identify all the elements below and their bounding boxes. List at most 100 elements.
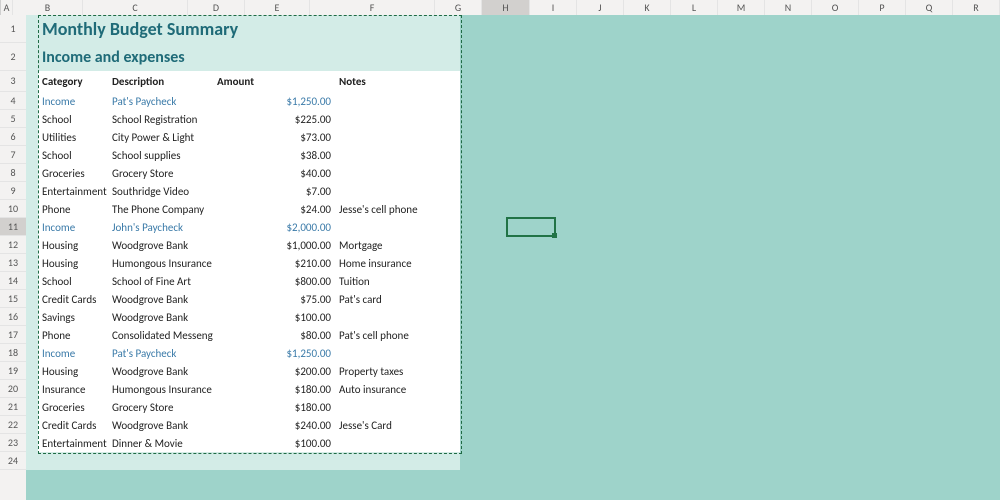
cell-description[interactable]: John's Paycheck [108, 218, 213, 236]
cell-amount[interactable]: $1,250.00 [213, 92, 335, 110]
cell-notes[interactable]: Home insurance [335, 254, 460, 272]
row-header-2[interactable]: 2 [0, 43, 26, 71]
cell-A2[interactable] [26, 43, 38, 71]
column-header-L[interactable]: L [671, 0, 718, 15]
cell-A1[interactable] [26, 15, 38, 43]
row-header-19[interactable]: 19 [0, 362, 26, 380]
cell-A4[interactable] [26, 92, 38, 110]
cell-notes[interactable]: Property taxes [335, 362, 460, 380]
cell-notes[interactable]: Tuition [335, 272, 460, 290]
row-header-12[interactable]: 12 [0, 236, 26, 254]
page-title[interactable]: Monthly Budget Summary [38, 15, 460, 43]
column-header-H[interactable]: H [482, 0, 530, 15]
cell-amount[interactable]: $225.00 [213, 110, 335, 128]
cell-A15[interactable] [26, 290, 38, 308]
cell-amount[interactable]: $7.00 [213, 182, 335, 200]
cell-amount[interactable]: $210.00 [213, 254, 335, 272]
cell-category[interactable]: Income [38, 92, 108, 110]
header-notes[interactable]: Notes [335, 71, 460, 92]
column-header-P[interactable]: P [859, 0, 906, 15]
row-header-15[interactable]: 15 [0, 290, 26, 308]
cell-category[interactable]: Credit Cards [38, 290, 108, 308]
cell-description[interactable]: Pat's Paycheck [108, 344, 213, 362]
cell-category[interactable]: Housing [38, 362, 108, 380]
cell-notes[interactable] [335, 128, 460, 146]
cell-amount[interactable]: $75.00 [213, 290, 335, 308]
cell-A14[interactable] [26, 272, 38, 290]
cell-category[interactable]: School [38, 272, 108, 290]
cell-notes[interactable] [335, 344, 460, 362]
row-header-22[interactable]: 22 [0, 416, 26, 434]
cell-description[interactable]: Woodgrove Bank [108, 290, 213, 308]
cell-amount[interactable]: $180.00 [213, 380, 335, 398]
column-header-D[interactable]: D [188, 0, 245, 15]
row-header-13[interactable]: 13 [0, 254, 26, 272]
column-header-B[interactable]: B [13, 0, 83, 15]
row-header-21[interactable]: 21 [0, 398, 26, 416]
cell-description[interactable]: Dinner & Movie [108, 434, 213, 452]
column-header-R[interactable]: R [953, 0, 1000, 15]
column-header-Q[interactable]: Q [906, 0, 953, 15]
cell-description[interactable]: Grocery Store [108, 164, 213, 182]
cell-description[interactable]: Pat's Paycheck [108, 92, 213, 110]
cell-notes[interactable] [335, 146, 460, 164]
row-header-11[interactable]: 11 [0, 218, 26, 236]
cell-A24[interactable] [26, 452, 38, 470]
cell-category[interactable]: School [38, 146, 108, 164]
cell-category[interactable]: Insurance [38, 380, 108, 398]
header-amount[interactable]: Amount [213, 71, 270, 92]
row-header-10[interactable]: 10 [0, 200, 26, 218]
cell-A3[interactable] [26, 71, 38, 92]
column-header-M[interactable]: M [718, 0, 765, 15]
cell-category[interactable]: Credit Cards [38, 416, 108, 434]
cell-category[interactable]: Housing [38, 254, 108, 272]
row-header-24[interactable]: 24 [0, 452, 26, 470]
cell-A17[interactable] [26, 326, 38, 344]
cell-notes[interactable] [335, 434, 460, 452]
cell-amount[interactable]: $73.00 [213, 128, 335, 146]
cell-description[interactable]: Southridge Video [108, 182, 213, 200]
column-header-N[interactable]: N [765, 0, 812, 15]
cell-description[interactable]: Consolidated Messenger [108, 326, 213, 344]
page-subtitle[interactable]: Income and expenses [38, 43, 460, 71]
row-header-14[interactable]: 14 [0, 272, 26, 290]
row-header-3[interactable]: 3 [0, 71, 26, 92]
cell-amount[interactable]: $100.00 [213, 308, 335, 326]
cell-amount[interactable]: $38.00 [213, 146, 335, 164]
row-header-23[interactable]: 23 [0, 434, 26, 452]
cell-category[interactable]: Phone [38, 200, 108, 218]
cell-amount[interactable]: $240.00 [213, 416, 335, 434]
cell-category[interactable]: School [38, 110, 108, 128]
row-header-5[interactable]: 5 [0, 110, 26, 128]
row-header-18[interactable]: 18 [0, 344, 26, 362]
cell-A5[interactable] [26, 110, 38, 128]
column-header-C[interactable]: C [83, 0, 188, 15]
cell-A6[interactable] [26, 128, 38, 146]
cell-category[interactable]: Phone [38, 326, 108, 344]
cell-amount[interactable]: $1,250.00 [213, 344, 335, 362]
row-header-9[interactable]: 9 [0, 182, 26, 200]
cell-A12[interactable] [26, 236, 38, 254]
cell-category[interactable]: Housing [38, 236, 108, 254]
cell-E3[interactable] [270, 71, 335, 92]
cell-A13[interactable] [26, 254, 38, 272]
cell-description[interactable]: Woodgrove Bank [108, 308, 213, 326]
cell-A23[interactable] [26, 434, 38, 452]
column-header-K[interactable]: K [624, 0, 671, 15]
column-header-G[interactable]: G [435, 0, 482, 15]
cell-notes[interactable]: Pat's card [335, 290, 460, 308]
cell-notes[interactable]: Jesse's cell phone [335, 200, 460, 218]
cell-notes[interactable]: Jesse's Card [335, 416, 460, 434]
cell-description[interactable]: School supplies [108, 146, 213, 164]
cell-A7[interactable] [26, 146, 38, 164]
cell-description[interactable]: Woodgrove Bank [108, 362, 213, 380]
cell-category[interactable]: Entertainment [38, 434, 108, 452]
cell-A22[interactable] [26, 416, 38, 434]
cell-category[interactable]: Entertainment [38, 182, 108, 200]
cell-amount[interactable]: $80.00 [213, 326, 335, 344]
cell-notes[interactable]: Mortgage [335, 236, 460, 254]
cell-category[interactable]: Groceries [38, 164, 108, 182]
cell-notes[interactable] [335, 182, 460, 200]
column-header-O[interactable]: O [812, 0, 859, 15]
cell-notes[interactable] [335, 110, 460, 128]
